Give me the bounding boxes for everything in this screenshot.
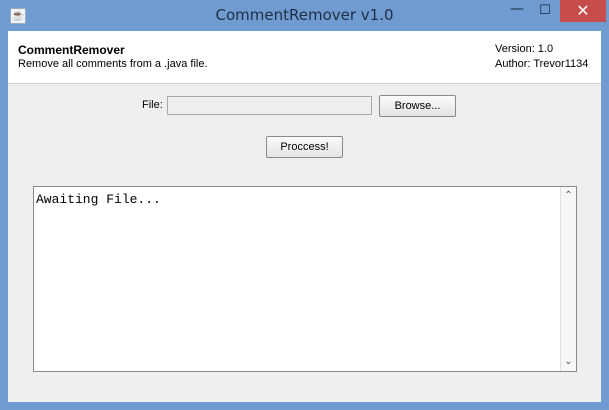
- title-bar[interactable]: ☕ CommentRemover v1.0 — ☐ ✕: [0, 0, 609, 31]
- output-text-area[interactable]: Awaiting File... ⌃ ⌄: [33, 186, 577, 372]
- output-text: Awaiting File...: [36, 192, 161, 207]
- close-button[interactable]: ✕: [560, 0, 606, 22]
- vertical-scrollbar[interactable]: ⌃ ⌄: [560, 187, 576, 371]
- app-description: Remove all comments from a .java file.: [18, 58, 208, 70]
- version-label: Version: 1.0: [495, 43, 554, 55]
- process-button[interactable]: Proccess!: [266, 136, 343, 158]
- app-name-heading: CommentRemover: [18, 43, 125, 57]
- maximize-button[interactable]: ☐: [528, 0, 562, 22]
- header-panel: CommentRemover Remove all comments from …: [8, 31, 601, 84]
- app-window: ☕ CommentRemover v1.0 — ☐ ✕ CommentRemov…: [0, 0, 609, 410]
- file-label: File:: [142, 99, 163, 111]
- author-label: Author: Trevor1134: [495, 58, 589, 70]
- scroll-up-arrow-icon[interactable]: ⌃: [561, 189, 576, 203]
- file-path-input[interactable]: [167, 96, 372, 115]
- browse-button[interactable]: Browse...: [379, 95, 456, 117]
- scroll-down-arrow-icon[interactable]: ⌄: [561, 355, 576, 369]
- client-area: CommentRemover Remove all comments from …: [8, 31, 601, 402]
